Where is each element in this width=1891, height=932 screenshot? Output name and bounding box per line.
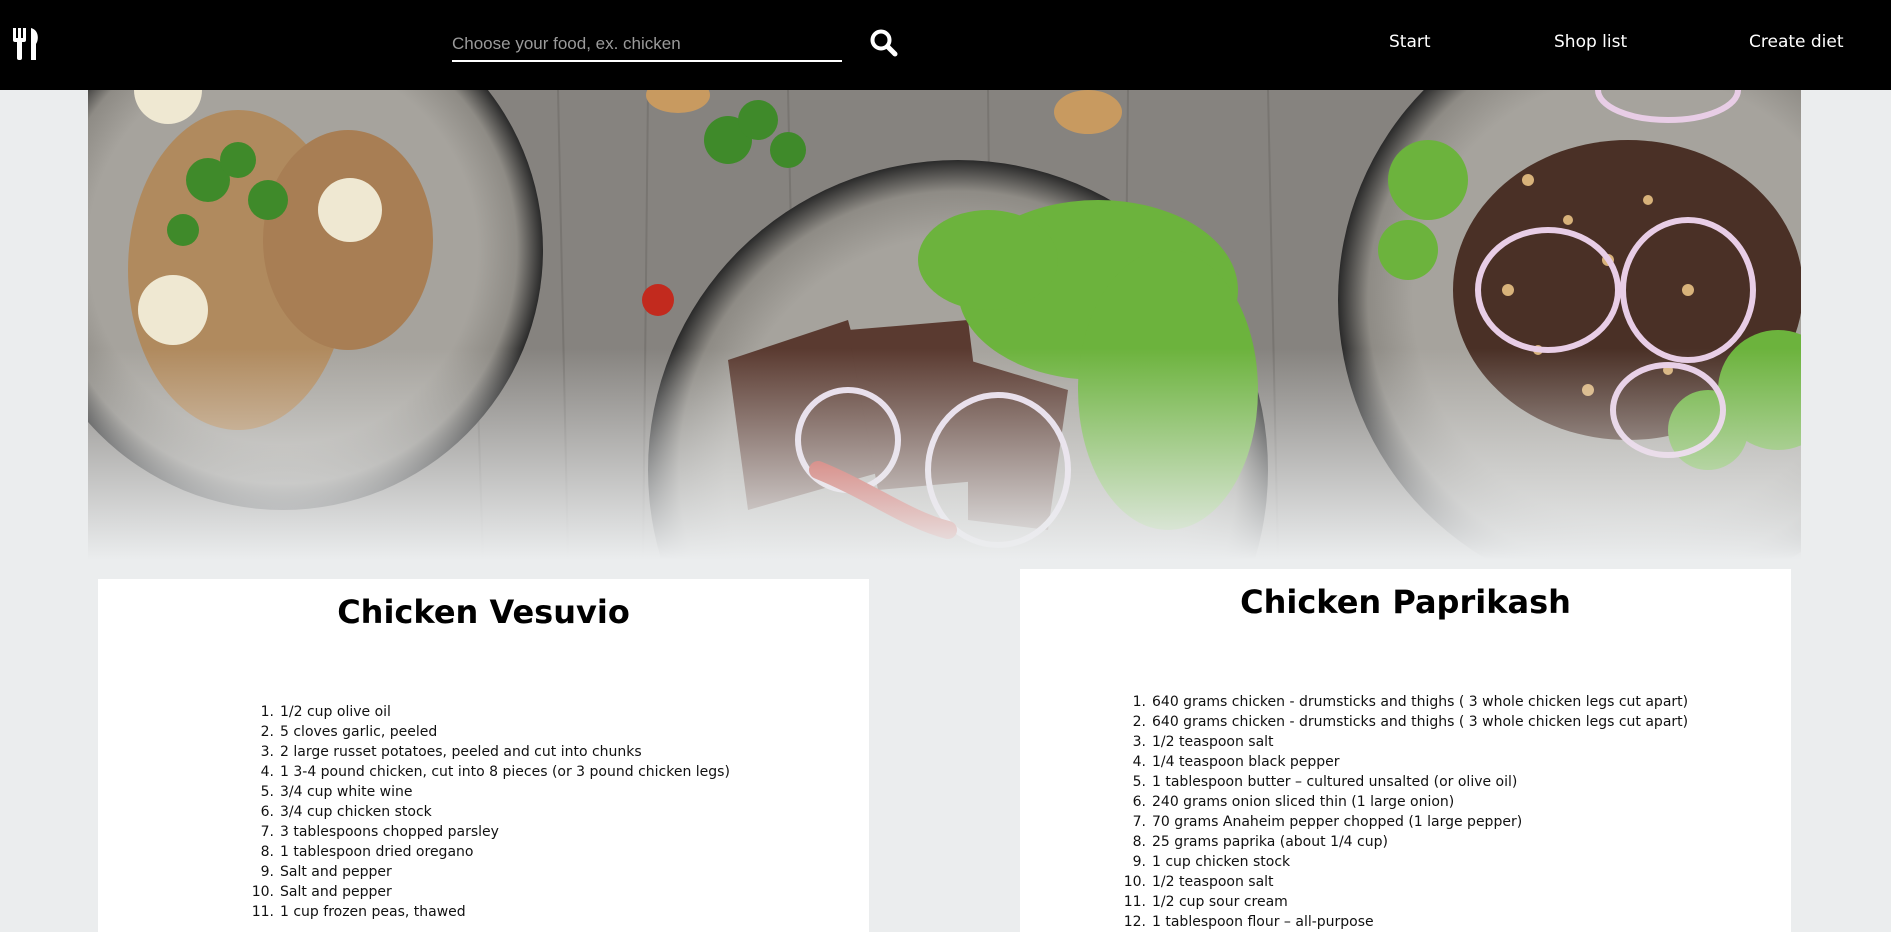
list-item: 7. 3 tablespoons chopped parsley: [260, 824, 499, 840]
list-item: 7. 70 grams Anaheim pepper chopped (1 lar…: [1132, 814, 1523, 830]
recipe-card[interactable]: Chicken Vesuvio 1. 1/2 cup olive oil 2. 5 …: [98, 579, 869, 932]
list-item: 2. 5 cloves garlic, peeled: [260, 724, 438, 740]
list-item: 12. 1 tablespoon flour – all-purpose: [1123, 914, 1374, 930]
nav-start-link[interactable]: Start: [1389, 32, 1431, 52]
list-item: 2. 640 grams chicken - drumsticks and thi…: [1132, 714, 1689, 730]
nav-create-diet-link[interactable]: Create diet: [1749, 32, 1844, 52]
list-item: 4. 1 3-4 pound chicken, cut into 8 pieces…: [260, 764, 730, 780]
list-item: 10. Salt and pepper: [251, 884, 392, 900]
list-item: 9. Salt and pepper: [260, 864, 392, 880]
list-item: 3. 2 large russet potatoes, peeled and cu…: [260, 744, 642, 760]
list-item: 8. 25 grams paprika (about 1/4 cup): [1132, 834, 1388, 850]
list-item: 5. 1 tablespoon butter – cultured unsalte…: [1132, 774, 1518, 790]
list-item: 10. 1/2 teaspoon salt: [1123, 874, 1274, 890]
top-navbar: Start Shop list Create diet: [0, 0, 1891, 90]
list-item: 11. 1/2 cup sour cream: [1123, 894, 1288, 910]
ingredient-list: 1. 640 grams chicken - drumsticks and thi…: [1120, 692, 1688, 932]
ingredient-list: 1. 1/2 cup olive oil 2. 5 cloves garlic, p…: [248, 702, 730, 922]
list-item: 8. 1 tablespoon dried oregano: [260, 844, 474, 860]
list-item: 1. 1/2 cup olive oil: [260, 704, 391, 720]
nav-shop-list-link[interactable]: Shop list: [1554, 32, 1627, 52]
list-item: 1. 640 grams chicken - drumsticks and thi…: [1132, 694, 1689, 710]
list-item: 3. 1/2 teaspoon salt: [1132, 734, 1274, 750]
list-item: 6. 240 grams onion sliced thin (1 large o…: [1132, 794, 1455, 810]
list-item: 11. 1 cup frozen peas, thawed: [251, 904, 466, 920]
fork-knife-icon[interactable]: [12, 28, 40, 60]
list-item: 5. 3/4 cup white wine: [260, 784, 413, 800]
list-item: 9. 1 cup chicken stock: [1132, 854, 1291, 870]
list-item: 6. 3/4 cup chicken stock: [260, 804, 432, 820]
search-bar: [452, 28, 842, 64]
search-icon[interactable]: [869, 28, 899, 60]
recipe-title[interactable]: Chicken Vesuvio: [98, 593, 869, 631]
recipe-title[interactable]: Chicken Paprikash: [1020, 583, 1791, 621]
hero-food-image: [88, 90, 1801, 560]
list-item: 4. 1/4 teaspoon black pepper: [1132, 754, 1340, 770]
search-input[interactable]: [452, 28, 842, 62]
recipe-card[interactable]: Chicken Paprikash 1. 640 grams chicken - …: [1020, 569, 1791, 932]
